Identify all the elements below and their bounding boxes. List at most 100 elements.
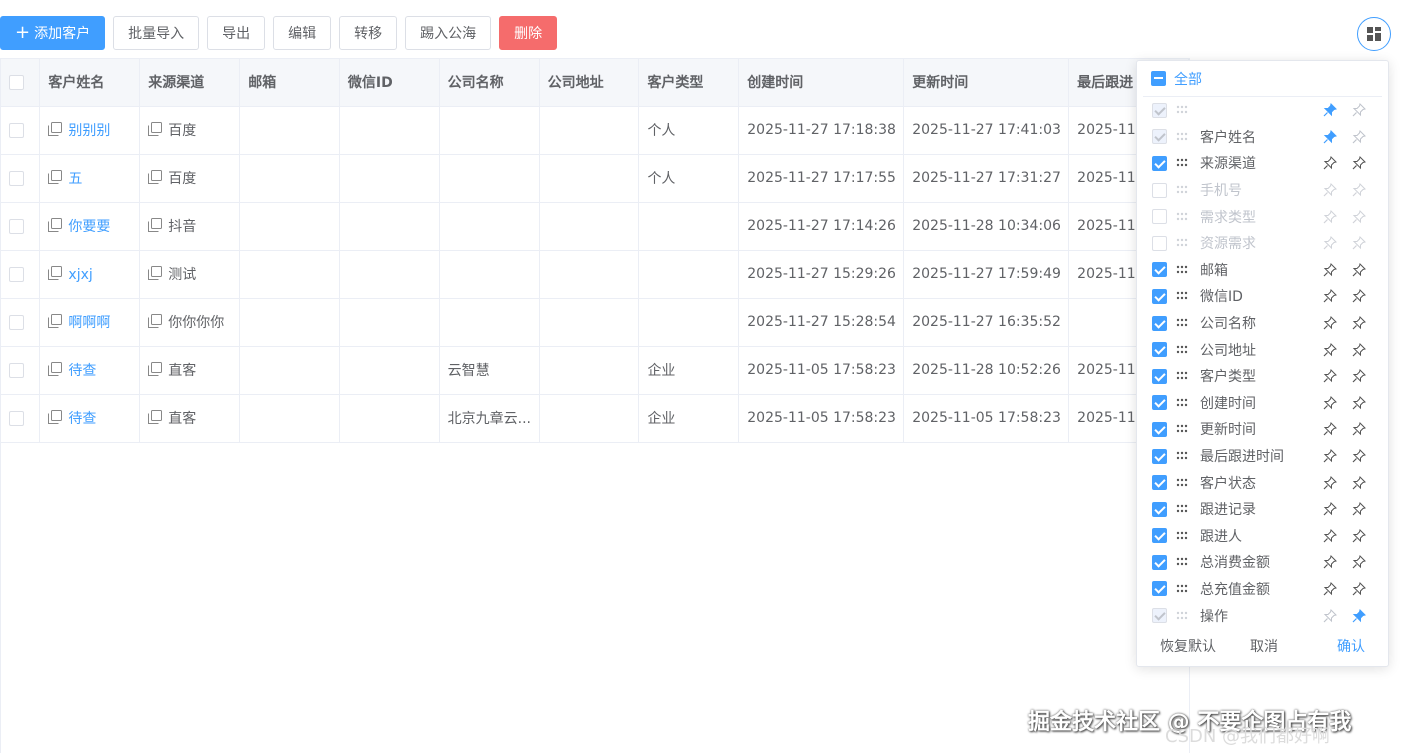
column-checkbox[interactable] xyxy=(1152,235,1167,251)
column-option[interactable]: 跟进人 xyxy=(1137,523,1388,550)
column-checkbox[interactable] xyxy=(1152,182,1167,198)
column-option[interactable]: 总充值金额 xyxy=(1137,576,1388,603)
pin-right-icon[interactable] xyxy=(1352,528,1366,543)
pin-right-icon[interactable] xyxy=(1352,156,1366,170)
column-settings-button[interactable] xyxy=(1357,17,1391,51)
column-checkbox[interactable] xyxy=(1152,155,1167,171)
table-row[interactable]: 待查 直客 北京九章云... 企业 2025-11-05 17:58:23 2025-11… xyxy=(1,394,1189,443)
pin-right-icon[interactable] xyxy=(1352,449,1366,463)
table-row[interactable]: 五 百度 个人 2025-11-27 17:17:55 2025-11-27 17:31… xyxy=(1,154,1189,203)
drag-handle-icon[interactable] xyxy=(1176,611,1188,621)
column-option[interactable]: 最后跟进时间 xyxy=(1137,443,1388,470)
row-checkbox[interactable] xyxy=(9,362,24,378)
pin-left-icon[interactable] xyxy=(1323,209,1337,224)
drag-handle-icon[interactable] xyxy=(1176,557,1188,567)
drag-handle-icon[interactable] xyxy=(1176,531,1188,541)
column-option[interactable]: 微信ID xyxy=(1137,283,1388,310)
pin-left-icon[interactable] xyxy=(1323,369,1337,383)
column-option[interactable]: 客户状态 xyxy=(1137,469,1388,496)
pin-left-icon[interactable] xyxy=(1323,129,1337,144)
pin-left-icon[interactable] xyxy=(1323,449,1337,463)
reset-default-button[interactable]: 恢复默认 xyxy=(1160,636,1216,656)
drag-handle-icon[interactable] xyxy=(1176,584,1188,594)
column-option[interactable]: 来源渠道 xyxy=(1137,150,1388,177)
copy-icon[interactable] xyxy=(48,362,63,376)
copy-icon[interactable] xyxy=(148,170,163,184)
pin-right-icon[interactable] xyxy=(1352,103,1366,117)
customer-name-link[interactable]: 别别别 xyxy=(68,123,110,139)
drag-handle-icon[interactable] xyxy=(1176,105,1188,115)
customer-name-link[interactable]: 五 xyxy=(68,171,82,187)
move-to-pool-button[interactable]: 踢入公海 xyxy=(405,16,492,50)
export-button[interactable]: 导出 xyxy=(207,16,266,50)
customer-name-link[interactable]: 啊啊啊 xyxy=(68,315,110,331)
column-checkbox[interactable] xyxy=(1152,581,1167,597)
copy-icon[interactable] xyxy=(148,314,163,328)
column-checkbox[interactable] xyxy=(1152,368,1167,384)
drag-handle-icon[interactable] xyxy=(1176,371,1188,381)
copy-icon[interactable] xyxy=(48,410,63,424)
table-row[interactable]: 待查 直客 云智慧 企业 2025-11-05 17:58:23 2025-11-28 1… xyxy=(1,346,1189,395)
customer-name-link[interactable]: 待查 xyxy=(68,363,96,379)
copy-icon[interactable] xyxy=(148,122,163,136)
confirm-button[interactable]: 确认 xyxy=(1337,636,1365,656)
pin-left-icon[interactable] xyxy=(1323,528,1337,543)
drag-handle-icon[interactable] xyxy=(1176,291,1188,301)
transfer-button[interactable]: 转移 xyxy=(339,16,398,50)
pin-left-icon[interactable] xyxy=(1323,395,1337,410)
edit-button[interactable]: 编辑 xyxy=(273,16,332,50)
drag-handle-icon[interactable] xyxy=(1176,345,1188,355)
pin-left-icon[interactable] xyxy=(1323,422,1337,436)
pin-left-icon[interactable] xyxy=(1323,555,1337,569)
delete-button[interactable]: 删除 xyxy=(499,16,558,50)
copy-icon[interactable] xyxy=(48,218,63,232)
column-checkbox[interactable] xyxy=(1152,448,1167,464)
drag-handle-icon[interactable] xyxy=(1176,212,1188,222)
column-option[interactable]: 总消费金额 xyxy=(1137,549,1388,576)
pin-right-icon[interactable] xyxy=(1352,209,1366,224)
pin-right-icon[interactable] xyxy=(1352,289,1366,303)
drag-handle-icon[interactable] xyxy=(1176,158,1188,168)
pin-left-icon[interactable] xyxy=(1323,156,1337,170)
customer-name-link[interactable]: 你要要 xyxy=(68,219,110,235)
column-checkbox[interactable] xyxy=(1152,288,1167,304)
drag-handle-icon[interactable] xyxy=(1176,132,1188,142)
batch-import-button[interactable]: 批量导入 xyxy=(113,16,200,50)
column-option[interactable]: 跟进记录 xyxy=(1137,496,1388,523)
pin-right-icon[interactable] xyxy=(1352,183,1366,197)
drag-handle-icon[interactable] xyxy=(1176,451,1188,461)
pin-right-icon[interactable] xyxy=(1352,422,1366,436)
pin-left-icon[interactable] xyxy=(1323,342,1337,357)
column-checkbox[interactable] xyxy=(1152,421,1167,437)
pin-left-icon[interactable] xyxy=(1323,582,1337,596)
pin-left-icon[interactable] xyxy=(1323,289,1337,303)
copy-icon[interactable] xyxy=(48,170,63,184)
pin-right-icon[interactable] xyxy=(1352,582,1366,596)
pin-right-icon[interactable] xyxy=(1352,369,1366,383)
pin-left-icon[interactable] xyxy=(1323,316,1337,330)
column-option[interactable]: 邮箱 xyxy=(1137,257,1388,284)
pin-left-icon[interactable] xyxy=(1323,262,1337,277)
column-option[interactable]: 客户姓名 xyxy=(1137,124,1388,151)
pin-left-icon[interactable] xyxy=(1323,103,1337,117)
pin-right-icon[interactable] xyxy=(1352,502,1366,516)
select-all-checkbox[interactable] xyxy=(9,74,24,90)
pin-right-icon[interactable] xyxy=(1352,129,1366,144)
table-row[interactable]: 你要要 抖音 2025-11-27 17:14:26 2025-11-28 10:34… xyxy=(1,202,1189,251)
row-checkbox[interactable] xyxy=(9,170,24,186)
table-row[interactable]: 别别别 百度 个人 2025-11-27 17:18:38 2025-11-27 17:… xyxy=(1,106,1189,155)
add-customer-button[interactable]: + 添加客户 xyxy=(0,16,106,50)
pin-right-icon[interactable] xyxy=(1352,475,1366,490)
table-row[interactable]: xjxj 测试 2025-11-27 15:29:26 2025-11-27 17:5… xyxy=(1,250,1189,299)
pin-right-icon[interactable] xyxy=(1352,316,1366,330)
drag-handle-icon[interactable] xyxy=(1176,238,1188,248)
pin-left-icon[interactable] xyxy=(1323,183,1337,197)
pin-right-icon[interactable] xyxy=(1352,608,1366,623)
copy-icon[interactable] xyxy=(148,266,163,280)
customer-name-link[interactable]: 待查 xyxy=(68,411,96,427)
row-checkbox[interactable] xyxy=(9,314,24,330)
cancel-button[interactable]: 取消 xyxy=(1250,636,1278,656)
drag-handle-icon[interactable] xyxy=(1176,265,1188,275)
pin-left-icon[interactable] xyxy=(1323,236,1337,250)
column-option[interactable]: 更新时间 xyxy=(1137,416,1388,443)
